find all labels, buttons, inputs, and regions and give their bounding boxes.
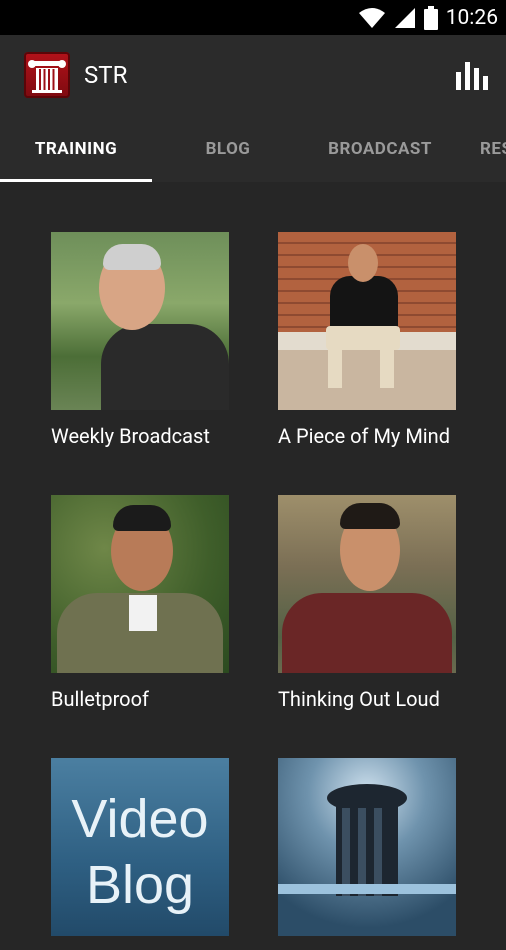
video-blog-line1: Video [71,789,209,849]
card-title: Bulletproof [51,687,149,711]
column-logo-icon [278,784,456,896]
card-thumbnail [51,232,229,410]
tab-training[interactable]: TRAINING [0,115,152,182]
status-icons: 10:26 [358,0,498,35]
status-bar: 10:26 [0,0,506,35]
card-video-blog[interactable]: Video Blog [51,758,229,950]
card-weekly-broadcast[interactable]: Weekly Broadcast [51,232,229,449]
app-logo [24,52,70,98]
signal-icon [394,7,415,28]
card-thumbnail [278,232,456,410]
card-thinking-out-loud[interactable]: Thinking Out Loud [278,495,456,712]
card-title: Thinking Out Loud [278,687,440,711]
tab-blog[interactable]: BLOG [152,115,304,182]
app-bar: STR [0,35,506,115]
card-title: A Piece of My Mind [278,424,450,448]
card-thumbnail [51,495,229,673]
tab-bar: TRAINING BLOG BROADCAST RES [0,115,506,182]
tab-resources[interactable]: RES [456,115,506,182]
card-pillar[interactable] [278,758,456,950]
status-time: 10:26 [445,5,498,30]
card-thumbnail: Video Blog [51,758,229,936]
bar-chart-icon[interactable] [456,60,488,90]
card-bulletproof[interactable]: Bulletproof [51,495,229,712]
content-grid: Weekly Broadcast A Piece of My Mind Bull… [0,182,506,936]
card-a-piece-of-my-mind[interactable]: A Piece of My Mind [278,232,456,449]
video-blog-line2: Blog [85,855,195,915]
app-title: STR [84,61,128,89]
battery-icon [423,5,438,30]
column-logo-icon [28,60,66,93]
card-title: Weekly Broadcast [51,424,210,448]
card-thumbnail [278,758,456,936]
wifi-icon [358,7,385,28]
tab-broadcast[interactable]: BROADCAST [304,115,456,182]
card-thumbnail [278,495,456,673]
